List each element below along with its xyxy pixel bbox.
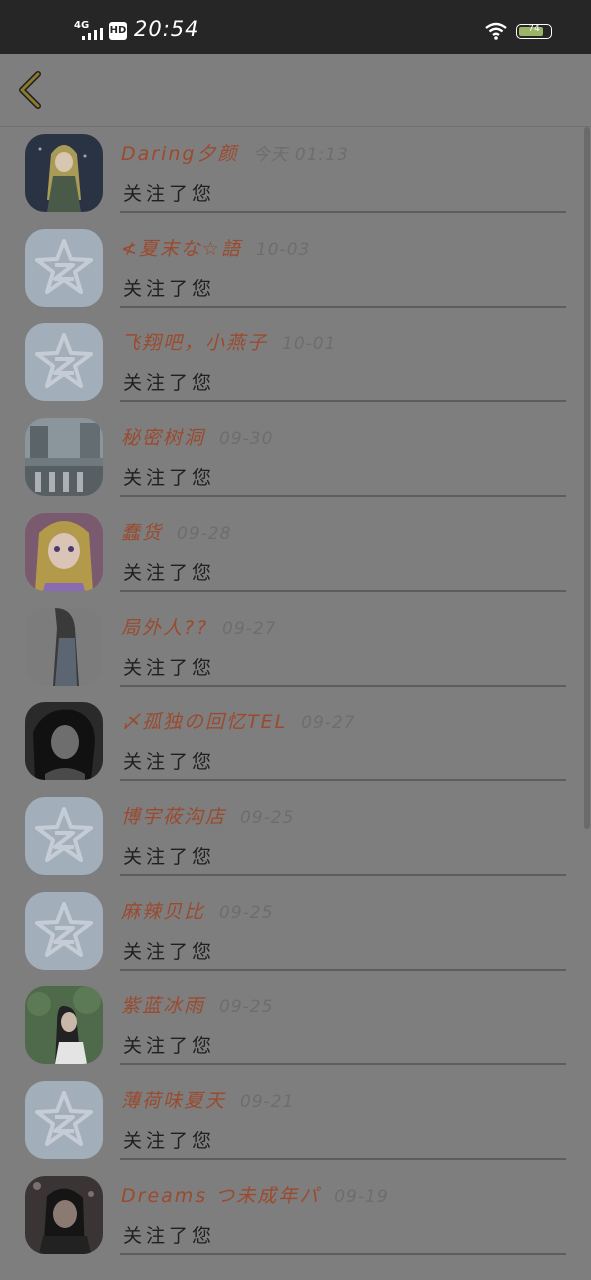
list-item[interactable]: 博宇莜沟店 09-25 关注了您	[0, 790, 591, 885]
list-item[interactable]: Dreams つ未成年パ 09-19 关注了您	[0, 1169, 591, 1264]
girl-nature-avatar[interactable]	[25, 986, 103, 1065]
default-qzone-avatar[interactable]	[25, 228, 103, 307]
list-item[interactable]: 飞翔吧，小燕子 10-01 关注了您	[0, 316, 591, 411]
follow-action-text: 关注了您	[123, 940, 216, 963]
follow-action-text: 关注了您	[123, 183, 216, 205]
default-qzone-avatar[interactable]	[25, 891, 103, 970]
divider	[120, 873, 566, 876]
default-qzone-avatar[interactable]	[25, 796, 103, 875]
list-item[interactable]: 薄荷味夏天 09-21 关注了您	[0, 1074, 591, 1169]
follow-time: 09-27	[222, 618, 277, 639]
dark-photo-avatar[interactable]	[25, 1175, 103, 1254]
status-time: 20:54	[134, 17, 200, 41]
follow-action-text: 关注了您	[123, 1224, 216, 1247]
follower-list: Daring夕颜 今天 01:13 关注了您 ≮夏末な☆語 10-03 关注了您 飞翔吧，小…	[0, 127, 591, 1280]
status-bar: 4G HD 20:54 74	[0, 0, 591, 54]
follower-name[interactable]: 薄荷味夏天 09-21	[121, 1086, 294, 1113]
divider	[120, 684, 566, 687]
cellular-signal-icon: 4G	[74, 20, 104, 42]
follow-time: 09-25	[219, 902, 274, 923]
follow-action-text: 关注了您	[123, 751, 216, 774]
follower-name[interactable]: 蠢货 09-28	[121, 518, 231, 545]
hd-icon: HD	[109, 22, 127, 40]
follower-name[interactable]: Dreams つ未成年パ 09-19	[121, 1181, 389, 1208]
list-item[interactable]: ≮夏末な☆語 10-03 关注了您	[0, 222, 591, 317]
follow-time: 09-19	[334, 1186, 389, 1207]
follow-time: 10-01	[282, 334, 337, 355]
divider	[120, 400, 566, 403]
follow-action-text: 关注了您	[123, 1035, 216, 1058]
follow-action-text: 关注了您	[123, 845, 216, 868]
follower-name[interactable]: 〆孤独の回忆TEL 09-27	[121, 707, 356, 734]
divider	[120, 305, 566, 308]
follow-time: 09-25	[219, 997, 274, 1018]
follower-name[interactable]: Daring夕颜 今天 01:13	[121, 139, 349, 166]
follow-action-text: 关注了您	[123, 1130, 216, 1152]
list-item[interactable]: Daring夕颜 今天 01:13 关注了您	[0, 127, 591, 222]
back-arrow-icon[interactable]	[14, 70, 48, 110]
list-item[interactable]: 局外人?? 09-27 关注了您	[0, 601, 591, 696]
battery-level: 74	[528, 24, 540, 34]
app-bar	[0, 54, 591, 127]
follow-action-text: 关注了您	[123, 561, 216, 584]
divider	[120, 495, 566, 498]
follower-name[interactable]: 博宇莜沟店 09-25	[121, 802, 294, 829]
follow-time: 09-28	[177, 523, 232, 544]
divider	[120, 1252, 566, 1255]
scrollbar[interactable]	[584, 127, 590, 829]
follower-name[interactable]: 飞翔吧，小燕子 10-01	[121, 328, 336, 355]
follow-action-text: 关注了您	[123, 467, 216, 490]
list-item[interactable]: 秘密树洞 09-30 关注了您	[0, 411, 591, 506]
list-item[interactable]: 麻辣贝比 09-25 关注了您	[0, 885, 591, 980]
list-item[interactable]: 紫蓝冰雨 09-25 关注了您	[0, 979, 591, 1074]
girl-photo-avatar[interactable]	[25, 607, 103, 686]
follow-time: 今天 01:13	[252, 145, 349, 165]
follow-action-text: 关注了您	[123, 656, 216, 679]
default-qzone-avatar[interactable]	[25, 323, 103, 402]
follow-time: 09-25	[240, 807, 295, 828]
follow-action-text: 关注了您	[123, 372, 216, 395]
follow-time: 09-27	[301, 713, 356, 734]
follower-name[interactable]: 局外人?? 09-27	[121, 613, 277, 640]
divider	[120, 1063, 566, 1066]
battery-icon: 74	[516, 24, 552, 39]
follower-name[interactable]: 秘密树洞 09-30	[121, 423, 273, 450]
divider	[120, 211, 566, 213]
anime-girl-avatar[interactable]	[25, 134, 103, 212]
follow-time: 10-03	[255, 239, 311, 260]
divider	[120, 1158, 566, 1160]
follow-time: 09-21	[240, 1092, 295, 1112]
follower-name[interactable]: 紫蓝冰雨 09-25	[121, 991, 273, 1018]
wifi-icon	[485, 22, 507, 40]
follower-name[interactable]: ≮夏末な☆語 10-03	[121, 234, 310, 261]
bw-girl-avatar[interactable]	[25, 702, 103, 781]
divider	[120, 779, 566, 782]
divider	[120, 968, 566, 971]
divider	[120, 589, 566, 592]
default-qzone-avatar[interactable]	[25, 1081, 103, 1159]
anime-blonde-avatar[interactable]	[25, 512, 103, 591]
street-photo-avatar[interactable]	[25, 418, 103, 497]
follower-name[interactable]: 麻辣贝比 09-25	[121, 897, 273, 924]
list-item[interactable]: 蠢货 09-28 关注了您	[0, 506, 591, 601]
follow-time: 09-30	[219, 429, 274, 450]
list-item[interactable]: 〆孤独の回忆TEL 09-27 关注了您	[0, 695, 591, 790]
follow-action-text: 关注了您	[123, 277, 216, 300]
